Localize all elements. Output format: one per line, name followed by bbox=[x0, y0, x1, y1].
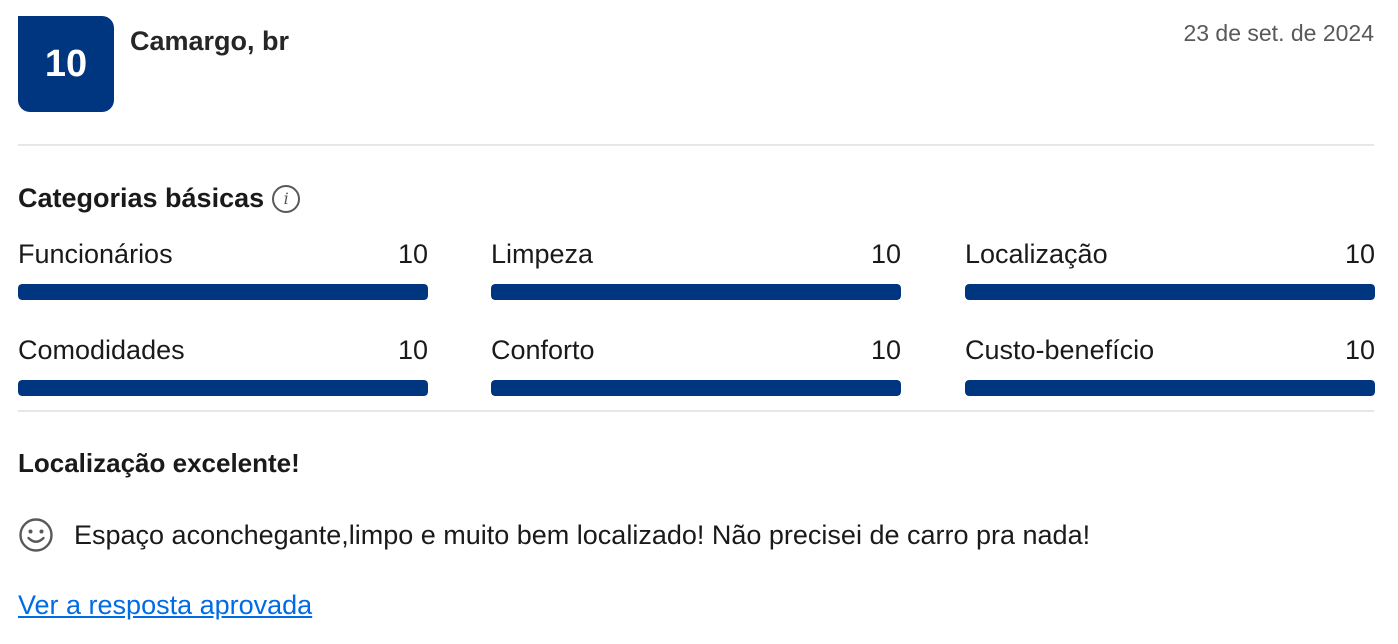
category-bar-fill bbox=[965, 380, 1375, 396]
category-bar-fill bbox=[18, 380, 428, 396]
category-item: Limpeza 10 bbox=[491, 238, 901, 300]
reviewer-name: Camargo, br bbox=[130, 26, 290, 56]
category-bar bbox=[18, 284, 428, 300]
category-bar bbox=[965, 380, 1375, 396]
category-bar bbox=[18, 380, 428, 396]
categories-title: Categorias básicas bbox=[18, 183, 265, 213]
divider bbox=[18, 410, 1374, 412]
category-score: 10 bbox=[870, 335, 901, 365]
category-score: 10 bbox=[1344, 239, 1375, 269]
category-bar-fill bbox=[491, 380, 901, 396]
divider bbox=[18, 144, 1374, 146]
category-label: Comodidades bbox=[18, 335, 185, 365]
category-bar bbox=[965, 284, 1375, 300]
category-item: Custo-benefício 10 bbox=[965, 334, 1375, 396]
category-item: Comodidades 10 bbox=[18, 334, 428, 396]
categories-heading: Categorias básicas i bbox=[18, 183, 301, 214]
category-score: 10 bbox=[1344, 335, 1375, 365]
score-value: 10 bbox=[44, 42, 88, 85]
category-item: Conforto 10 bbox=[491, 334, 901, 396]
category-score: 10 bbox=[397, 335, 428, 365]
approved-response-link[interactable]: Ver a resposta aprovada bbox=[18, 590, 312, 621]
category-bar-fill bbox=[491, 284, 901, 300]
category-score: 10 bbox=[397, 239, 428, 269]
category-bar bbox=[491, 284, 901, 300]
smile-icon bbox=[19, 518, 53, 552]
category-bar-fill bbox=[965, 284, 1375, 300]
category-label: Conforto bbox=[491, 335, 595, 365]
score-badge: 10 bbox=[18, 16, 114, 112]
info-icon[interactable]: i bbox=[272, 184, 301, 213]
category-label: Limpeza bbox=[491, 239, 594, 269]
category-bar-fill bbox=[18, 284, 428, 300]
category-label: Localização bbox=[965, 239, 1108, 269]
category-label: Custo-benefício bbox=[965, 335, 1155, 365]
category-item: Localização 10 bbox=[965, 238, 1375, 300]
category-label: Funcionários bbox=[18, 239, 173, 269]
review-date: 23 de set. de 2024 bbox=[1183, 20, 1374, 46]
category-bar bbox=[491, 380, 901, 396]
review-title: Localização excelente! bbox=[18, 448, 300, 478]
positive-comment: Espaço aconchegante,limpo e muito bem lo… bbox=[18, 517, 1090, 553]
category-item: Funcionários 10 bbox=[18, 238, 428, 300]
review-card: 10 Camargo, br 23 de set. de 2024 Catego… bbox=[0, 0, 1398, 644]
category-score: 10 bbox=[870, 239, 901, 269]
positive-comment-text: Espaço aconchegante,limpo e muito bem lo… bbox=[74, 519, 1091, 550]
